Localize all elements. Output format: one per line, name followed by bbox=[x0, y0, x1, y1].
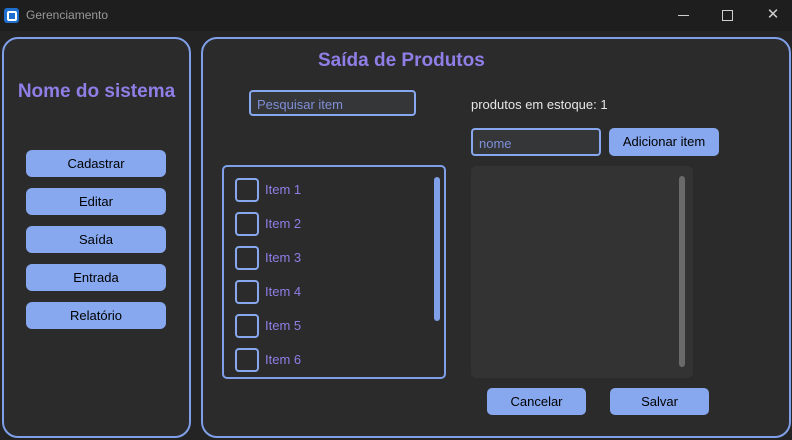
app-icon bbox=[4, 8, 19, 23]
main-panel: Saída de Produtos Pesquisar item produto… bbox=[201, 37, 791, 438]
item-checkbox[interactable] bbox=[235, 212, 259, 236]
maximize-icon bbox=[721, 10, 733, 21]
selected-items-scrollbar[interactable] bbox=[679, 176, 685, 367]
editar-button[interactable]: Editar bbox=[26, 188, 166, 215]
cancel-button[interactable]: Cancelar bbox=[487, 388, 586, 415]
saida-button[interactable]: Saída bbox=[26, 226, 166, 253]
item-label: Item 1 bbox=[265, 182, 302, 197]
close-button[interactable]: ✕ bbox=[758, 4, 788, 26]
item-checkbox[interactable] bbox=[235, 246, 259, 270]
add-item-button[interactable]: Adicionar item bbox=[609, 128, 719, 156]
item-label: Item 2 bbox=[265, 216, 302, 231]
stock-count-label: produtos em estoque: 1 bbox=[471, 97, 608, 112]
selected-items-list bbox=[471, 166, 693, 378]
item-label: Item 6 bbox=[265, 352, 302, 367]
save-button[interactable]: Salvar bbox=[610, 388, 709, 415]
minimize-icon bbox=[677, 15, 689, 16]
name-input[interactable]: nome bbox=[471, 128, 601, 156]
sidebar: Nome do sistema Cadastrar Editar Saída E… bbox=[2, 37, 191, 438]
items-scrollbar[interactable] bbox=[434, 177, 440, 321]
items-list: Item 1 Item 2 Item 3 Item 4 Item 5 Item … bbox=[222, 165, 446, 379]
title-bar: Gerenciamento ✕ bbox=[0, 0, 792, 31]
item-label: Item 4 bbox=[265, 284, 302, 299]
window-title: Gerenciamento bbox=[26, 8, 109, 22]
item-checkbox[interactable] bbox=[235, 348, 259, 372]
entrada-button[interactable]: Entrada bbox=[26, 264, 166, 291]
item-checkbox[interactable] bbox=[235, 178, 259, 202]
item-label: Item 3 bbox=[265, 250, 302, 265]
page-title: Saída de Produtos bbox=[318, 50, 485, 71]
cadastrar-button[interactable]: Cadastrar bbox=[26, 150, 166, 177]
system-name: Nome do sistema bbox=[17, 81, 176, 102]
relatorio-button[interactable]: Relatório bbox=[26, 302, 166, 329]
item-label: Item 5 bbox=[265, 318, 302, 333]
maximize-button[interactable] bbox=[712, 4, 742, 26]
item-checkbox[interactable] bbox=[235, 314, 259, 338]
search-input[interactable]: Pesquisar item bbox=[249, 90, 416, 116]
item-checkbox[interactable] bbox=[235, 280, 259, 304]
minimize-button[interactable] bbox=[668, 4, 698, 26]
